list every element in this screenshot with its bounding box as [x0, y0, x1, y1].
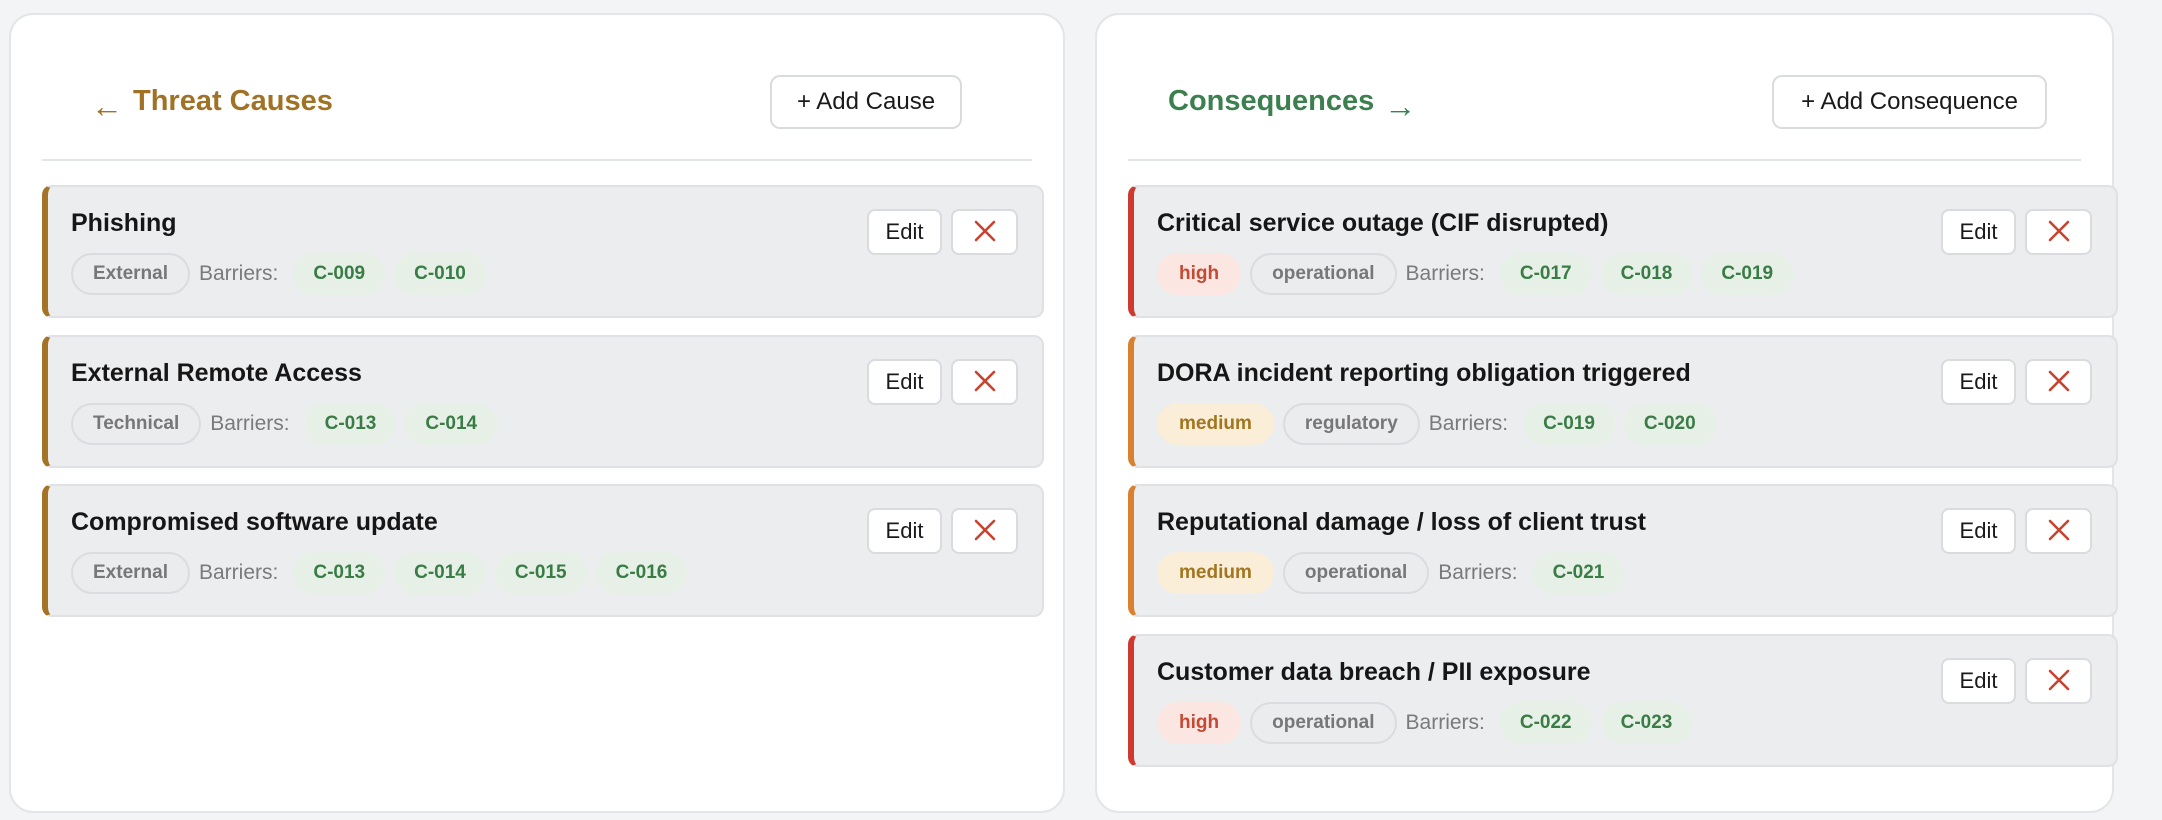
consequence-card: DORA incident reporting obligation trigg… — [1128, 335, 2118, 468]
card-title: Phishing — [71, 209, 177, 237]
card-tags: medium regulatory Barriers: C-019 C-020 — [1157, 403, 1716, 445]
card-title: DORA incident reporting obligation trigg… — [1157, 359, 1691, 387]
barrier-tag[interactable]: C-013 — [293, 552, 386, 594]
threat-causes-panel: ← Threat Causes + Add Cause Phishing Exte… — [9, 13, 1065, 813]
delete-button[interactable] — [951, 209, 1018, 255]
type-badge: Technical — [71, 403, 202, 445]
barrier-tag[interactable]: C-014 — [405, 403, 498, 445]
arrow-left-icon: ← — [91, 87, 123, 124]
barrier-tag[interactable]: C-021 — [1532, 552, 1625, 594]
card-actions: Edit — [867, 359, 1018, 405]
barriers-label: Barriers: — [1438, 561, 1518, 584]
card-title: Reputational damage / loss of client tru… — [1157, 508, 1646, 536]
add-consequence-button[interactable]: + Add Consequence — [1772, 75, 2047, 129]
close-icon — [2047, 369, 2071, 396]
card-actions: Edit — [1941, 508, 2092, 554]
barriers-label: Barriers: — [198, 561, 279, 584]
card-title: Compromised software update — [71, 508, 438, 536]
card-actions: Edit — [1941, 359, 2092, 405]
delete-button[interactable] — [2025, 359, 2092, 405]
barrier-tag[interactable]: C-020 — [1623, 403, 1716, 445]
close-icon — [2047, 219, 2071, 246]
edit-button[interactable]: Edit — [1941, 359, 2016, 405]
delete-button[interactable] — [2025, 508, 2092, 554]
edit-button[interactable]: Edit — [1941, 209, 2016, 255]
barrier-tag[interactable]: C-016 — [595, 552, 688, 594]
edit-button[interactable]: Edit — [867, 209, 942, 255]
consequence-card: Reputational damage / loss of client tru… — [1128, 484, 2118, 617]
cause-card: External Remote Access Technical Barriers:… — [42, 335, 1044, 468]
barriers-label: Barriers: — [210, 412, 290, 435]
barrier-tag[interactable]: C-023 — [1600, 702, 1693, 744]
type-badge: operational — [1250, 702, 1397, 744]
card-title: Customer data breach / PII exposure — [1157, 658, 1591, 686]
card-actions: Edit — [1941, 658, 2092, 704]
close-icon — [973, 369, 997, 396]
add-cause-button[interactable]: + Add Cause — [770, 75, 962, 129]
delete-button[interactable] — [951, 359, 1018, 405]
type-badge: operational — [1282, 552, 1430, 594]
card-title: Critical service outage (CIF disrupted) — [1157, 209, 1609, 237]
consequences-header: Consequences → + Add Consequence — [1128, 15, 2081, 161]
edit-button[interactable]: Edit — [1941, 658, 2016, 704]
causes-header: ← Threat Causes + Add Cause — [42, 15, 1032, 161]
close-icon — [2047, 518, 2071, 545]
card-actions: Edit — [867, 508, 1018, 554]
consequence-card: Customer data breach / PII exposure high o… — [1128, 634, 2118, 767]
card-actions: Edit — [867, 209, 1018, 255]
type-badge: regulatory — [1282, 403, 1420, 445]
causes-title-text: Threat Causes — [133, 85, 333, 117]
arrow-right-icon: → — [1384, 87, 1417, 124]
barriers-label: Barriers: — [1428, 412, 1509, 435]
barriers-label: Barriers: — [1405, 262, 1485, 285]
consequences-title: Consequences → — [1168, 85, 1416, 122]
severity-badge: medium — [1157, 403, 1274, 445]
type-badge: External — [71, 552, 190, 594]
delete-button[interactable] — [951, 508, 1018, 554]
consequences-panel: Consequences → + Add Consequence Critica… — [1095, 13, 2118, 813]
barrier-tag[interactable]: C-022 — [1499, 702, 1592, 744]
edit-button[interactable]: Edit — [1941, 508, 2016, 554]
barrier-tag[interactable]: C-013 — [304, 403, 397, 445]
barriers-label: Barriers: — [198, 262, 279, 285]
barrier-tag[interactable]: C-019 — [1523, 403, 1615, 445]
barrier-tag[interactable]: C-015 — [494, 552, 587, 594]
consequence-card: Critical service outage (CIF disrupted) h… — [1128, 185, 2118, 318]
type-badge: operational — [1250, 253, 1397, 295]
card-tags: Technical Barriers: C-013 C-014 — [71, 403, 498, 445]
card-tags: medium operational Barriers: C-021 — [1157, 552, 1625, 594]
close-icon — [2047, 668, 2071, 695]
card-tags: high operational Barriers: C-022 C-023 — [1157, 702, 1693, 744]
barrier-tag[interactable]: C-014 — [394, 552, 486, 594]
severity-badge: high — [1157, 702, 1242, 744]
close-icon — [973, 518, 997, 545]
barrier-tag[interactable]: C-009 — [293, 253, 386, 295]
barrier-tag[interactable]: C-019 — [1701, 253, 1794, 295]
card-actions: Edit — [1941, 209, 2092, 255]
cause-card: Phishing External Barriers: C-009 C-010 Edit — [42, 185, 1044, 318]
card-tags: high operational Barriers: C-017 C-018 C-019 — [1157, 253, 1794, 295]
barrier-tag[interactable]: C-017 — [1499, 253, 1592, 295]
card-tags: External Barriers: C-009 C-010 — [71, 253, 486, 295]
card-title: External Remote Access — [71, 359, 362, 387]
delete-button[interactable] — [2025, 658, 2092, 704]
severity-badge: medium — [1157, 552, 1274, 594]
severity-badge: high — [1157, 253, 1242, 295]
card-tags: External Barriers: C-013 C-014 C-015 C-016 — [71, 552, 688, 594]
edit-button[interactable]: Edit — [867, 508, 942, 554]
type-badge: External — [71, 253, 190, 295]
causes-title: ← Threat Causes — [91, 85, 333, 122]
delete-button[interactable] — [2025, 209, 2092, 255]
edit-button[interactable]: Edit — [867, 359, 942, 405]
consequences-title-text: Consequences — [1168, 85, 1375, 117]
barrier-tag[interactable]: C-018 — [1600, 253, 1693, 295]
barriers-label: Barriers: — [1405, 711, 1485, 734]
cause-card: Compromised software update External Barri… — [42, 484, 1044, 617]
barrier-tag[interactable]: C-010 — [394, 253, 486, 295]
close-icon — [973, 219, 997, 246]
